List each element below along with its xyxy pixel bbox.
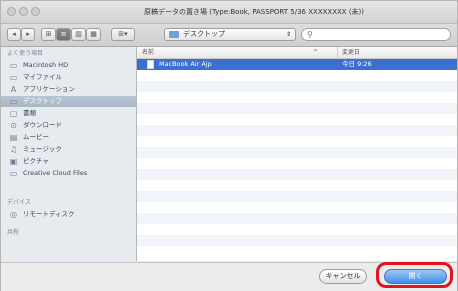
sidebar-item-label: リモートディスク — [23, 210, 75, 218]
empty-row — [137, 202, 457, 213]
sidebar-item-remote-disc[interactable]: ◎ リモートディスク — [1, 209, 136, 220]
empty-row — [137, 180, 457, 191]
documents-icon: ▢ — [9, 109, 18, 118]
file-name: MacBook Air Ajp — [159, 60, 212, 68]
music-icon: ♫ — [9, 145, 18, 154]
file-row[interactable]: MacBook Air Ajp 今日 9:26 — [137, 59, 457, 70]
location-label: デスクトップ — [183, 30, 225, 38]
empty-row — [137, 136, 457, 147]
sidebar-item-label: Macintosh HD — [23, 61, 69, 69]
sidebar-item-label: アプリケーション — [23, 85, 75, 93]
empty-row — [137, 213, 457, 224]
sidebar-item-my-files[interactable]: ▭ マイファイル — [1, 72, 136, 83]
title-bar: 原稿データの置き場 (Type:Book, PASSPORT 5/36 XXXX… — [1, 1, 457, 24]
empty-row — [137, 246, 457, 257]
sidebar-item-label: ピクチャ — [23, 157, 49, 165]
empty-row — [137, 70, 457, 81]
sidebar-item-desktop[interactable]: ▭ デスクトップ — [1, 96, 136, 107]
downloads-icon: ⊙ — [10, 121, 17, 130]
disc-icon: ◎ — [10, 210, 17, 219]
sidebar-item-documents[interactable]: ▢ 書類 — [1, 108, 136, 119]
arrange-button[interactable]: ⊞▾ — [111, 28, 135, 41]
sidebar-item-downloads[interactable]: ⊙ ダウンロード — [1, 120, 136, 131]
list-view-icon: ≡ — [60, 30, 67, 38]
sidebar-heading-favorites: よく使う項目 — [7, 50, 44, 57]
window-title: 原稿データの置き場 (Type:Book, PASSPORT 5/36 XXXX… — [143, 8, 365, 16]
icon-view-icon: ⊞ — [45, 30, 52, 38]
sidebar-heading-shared: 共有 — [7, 229, 20, 236]
sidebar: よく使う項目 ▭ Macintosh HD ▭ マイファイル A アプリケーショ… — [1, 47, 137, 261]
column-view-button[interactable]: ▥ — [71, 28, 86, 41]
applications-icon: A — [10, 85, 17, 94]
arrange-icon: ⊞▾ — [118, 30, 128, 38]
column-view-icon: ▥ — [75, 30, 82, 38]
forward-button[interactable]: ▸ — [21, 28, 35, 41]
empty-row — [137, 81, 457, 92]
forward-arrow-icon: ▸ — [26, 30, 30, 38]
cover-flow-icon: ▦ — [90, 30, 97, 38]
empty-row — [137, 147, 457, 158]
back-arrow-icon: ◂ — [12, 30, 16, 38]
close-window-button[interactable] — [7, 7, 16, 16]
empty-row — [137, 235, 457, 246]
cover-flow-button[interactable]: ▦ — [86, 28, 101, 41]
folder-icon: ▭ — [9, 169, 18, 178]
pictures-icon: ▣ — [9, 157, 18, 166]
empty-row — [137, 224, 457, 235]
sidebar-item-macintosh-hd[interactable]: ▭ Macintosh HD — [1, 60, 136, 71]
icon-view-button[interactable]: ⊞ — [41, 28, 56, 41]
toolbar: ◂ ▸ ⊞ ≡ ▥ ▦ ⊞▾ デスクトップ ⇕ ⚲ — [1, 24, 457, 47]
sidebar-item-pictures[interactable]: ▣ ピクチャ — [1, 156, 136, 167]
empty-row — [137, 114, 457, 125]
search-icon: ⚲ — [307, 30, 313, 39]
file-date: 今日 9:26 — [342, 60, 372, 68]
sort-indicator-icon: ^ — [313, 49, 319, 56]
document-icon — [147, 60, 154, 69]
file-open-dialog: 原稿データの置き場 (Type:Book, PASSPORT 5/36 XXXX… — [0, 0, 458, 291]
sidebar-item-creative-cloud-files[interactable]: ▭ Creative Cloud Files — [1, 168, 136, 179]
movies-icon: ▤ — [9, 133, 18, 142]
cancel-button[interactable]: キャンセル — [319, 269, 367, 284]
sidebar-item-movies[interactable]: ▤ ムービー — [1, 132, 136, 143]
all-files-icon: ▭ — [9, 73, 18, 82]
zoom-window-button[interactable] — [31, 7, 40, 16]
sidebar-item-label: ムービー — [23, 133, 49, 141]
sidebar-item-label: マイファイル — [23, 73, 62, 81]
empty-row — [137, 92, 457, 103]
file-list: 名前 ^ 変更日 MacBook Air Ajp 今日 9:26 — [137, 47, 457, 261]
hard-drive-icon: ▭ — [9, 61, 18, 70]
open-button-highlight — [376, 262, 453, 288]
folder-icon — [169, 31, 179, 38]
column-date-header[interactable]: 変更日 — [337, 47, 360, 58]
sidebar-item-label: デスクトップ — [23, 97, 62, 105]
list-view-button[interactable]: ≡ — [56, 28, 71, 41]
sidebar-item-music[interactable]: ♫ ミュージック — [1, 144, 136, 155]
desktop-icon: ▭ — [9, 97, 18, 106]
empty-row — [137, 103, 457, 114]
minimize-window-button[interactable] — [19, 7, 28, 16]
location-popup[interactable]: デスクトップ ⇕ — [164, 28, 296, 41]
search-field[interactable]: ⚲ — [301, 28, 451, 41]
empty-row — [137, 158, 457, 169]
sidebar-heading-devices: デバイス — [7, 199, 31, 206]
column-header: 名前 ^ 変更日 — [137, 47, 457, 59]
empty-row — [137, 125, 457, 136]
sidebar-item-label: ダウンロード — [23, 121, 62, 129]
sidebar-item-label: 書類 — [23, 109, 36, 117]
empty-row — [137, 169, 457, 180]
popup-arrows-icon: ⇕ — [285, 31, 291, 38]
empty-row — [137, 191, 457, 202]
column-name-header[interactable]: 名前 — [142, 47, 154, 58]
sidebar-item-label: Creative Cloud Files — [23, 169, 88, 177]
sidebar-item-label: ミュージック — [23, 145, 62, 153]
back-button[interactable]: ◂ — [7, 28, 21, 41]
sidebar-item-applications[interactable]: A アプリケーション — [1, 84, 136, 95]
